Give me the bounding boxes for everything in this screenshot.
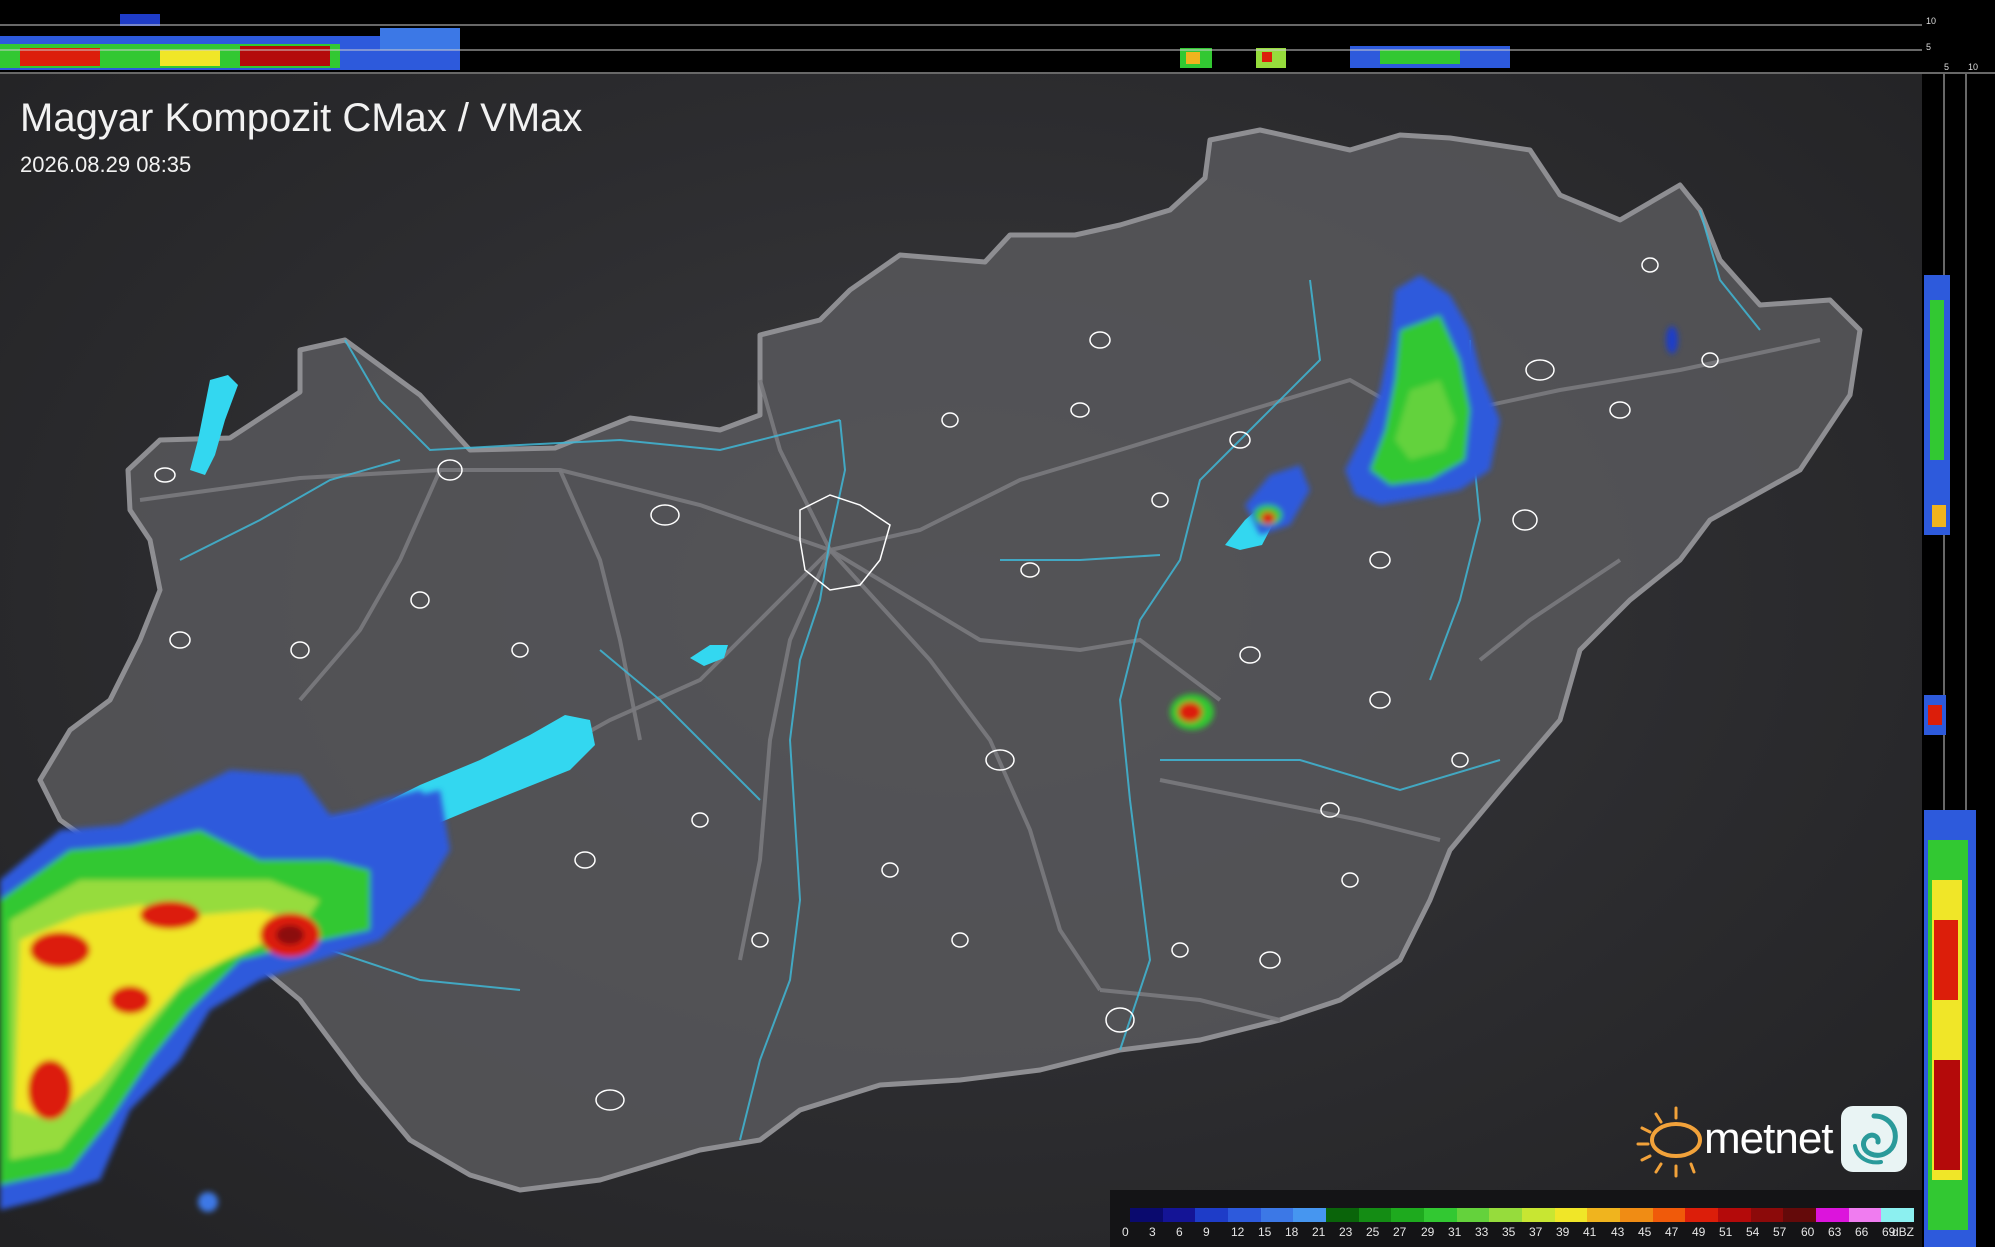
legend-tick-label: 33 [1475, 1225, 1489, 1239]
legend-tick-label: 43 [1611, 1225, 1625, 1239]
brand-name: metnet [1704, 1114, 1834, 1163]
legend-swatch [1685, 1208, 1719, 1222]
legend-swatch [1130, 1208, 1163, 1222]
country-hungary [37, 127, 1863, 1193]
top-scale-label: 5 [1926, 42, 1932, 52]
side-profile-echoes [1924, 74, 1976, 1247]
sun-icon [1636, 1106, 1702, 1178]
legend-ticks: 0 3 6 9 12 15 18 21 23 25 27 29 31 33 35 37 39 41 43 45 47 49… [1122, 1225, 1922, 1241]
legend-tick-label: 27 [1393, 1225, 1407, 1239]
map-title: Magyar Kompozit CMax / VMax [20, 96, 583, 140]
legend-swatch [1783, 1208, 1817, 1222]
legend-tick-label: 57 [1773, 1225, 1787, 1239]
legend-tick-label: 6 [1176, 1225, 1183, 1239]
legend-color-bar [1130, 1208, 1915, 1222]
legend-swatch [1848, 1208, 1882, 1222]
legend-tick-label: 18 [1285, 1225, 1299, 1239]
legend-swatch [1358, 1208, 1392, 1222]
legend-swatch [1228, 1208, 1261, 1222]
legend-tick-label: 66 [1855, 1225, 1869, 1239]
legend-swatch [1881, 1208, 1915, 1222]
legend-tick-label: 37 [1529, 1225, 1543, 1239]
legend-tick-label: 54 [1746, 1225, 1760, 1239]
legend-tick-label: 60 [1801, 1225, 1815, 1239]
legend-tick-label: 23 [1339, 1225, 1353, 1239]
legend-tick-label: 63 [1828, 1225, 1842, 1239]
legend-swatch [1620, 1208, 1653, 1222]
side-scale-label: 10 [1968, 62, 1979, 72]
legend-swatch [1489, 1208, 1523, 1222]
legend-tick-label: 39 [1556, 1225, 1570, 1239]
legend-swatch [1162, 1208, 1196, 1222]
legend-unit-label: dBZ [1892, 1225, 1915, 1239]
top-scale-label: 10 [1926, 16, 1937, 26]
legend-tick-label: 12 [1231, 1225, 1245, 1239]
map-timestamp: 2026.08.29 08:35 [20, 152, 192, 177]
metnet-logo: metnet [1636, 1104, 1910, 1178]
legend-swatch [1195, 1208, 1229, 1222]
legend-swatch [1522, 1208, 1555, 1222]
legend-tick-label: 25 [1366, 1225, 1380, 1239]
legend-swatch [1750, 1208, 1784, 1222]
legend-tick-label: 3 [1149, 1225, 1156, 1239]
reflectivity-legend: 0 3 6 9 12 15 18 21 23 25 27 29 31 33 35 37 39 41 43 45 47 49… [1110, 1190, 1922, 1247]
legend-swatch [1260, 1208, 1294, 1222]
legend-swatch [1554, 1208, 1588, 1222]
map-layer [0, 14, 1995, 1247]
swirl-logo-icon [1841, 1106, 1907, 1172]
legend-swatch [1652, 1208, 1686, 1222]
legend-tick-label: 35 [1502, 1225, 1516, 1239]
legend-swatch [1391, 1208, 1425, 1222]
side-scale-label: 5 [1944, 62, 1950, 72]
legend-swatch [1326, 1208, 1359, 1222]
legend-swatch [1587, 1208, 1621, 1222]
legend-swatch [1293, 1208, 1327, 1222]
legend-tick-label: 49 [1692, 1225, 1706, 1239]
legend-swatch [1424, 1208, 1457, 1222]
legend-tick-label: 9 [1203, 1225, 1210, 1239]
legend-swatch [1456, 1208, 1490, 1222]
legend-tick-label: 51 [1719, 1225, 1733, 1239]
legend-tick-label: 31 [1448, 1225, 1462, 1239]
legend-tick-label: 0 [1122, 1225, 1129, 1239]
legend-tick-label: 47 [1665, 1225, 1679, 1239]
legend-tick-label: 45 [1638, 1225, 1652, 1239]
legend-tick-label: 29 [1421, 1225, 1435, 1239]
top-profile-echoes [0, 14, 1995, 74]
legend-tick-label: 41 [1583, 1225, 1597, 1239]
legend-tick-label: 21 [1312, 1225, 1326, 1239]
legend-swatch [1718, 1208, 1751, 1222]
legend-tick-label: 15 [1258, 1225, 1272, 1239]
legend-swatch [1816, 1208, 1849, 1222]
